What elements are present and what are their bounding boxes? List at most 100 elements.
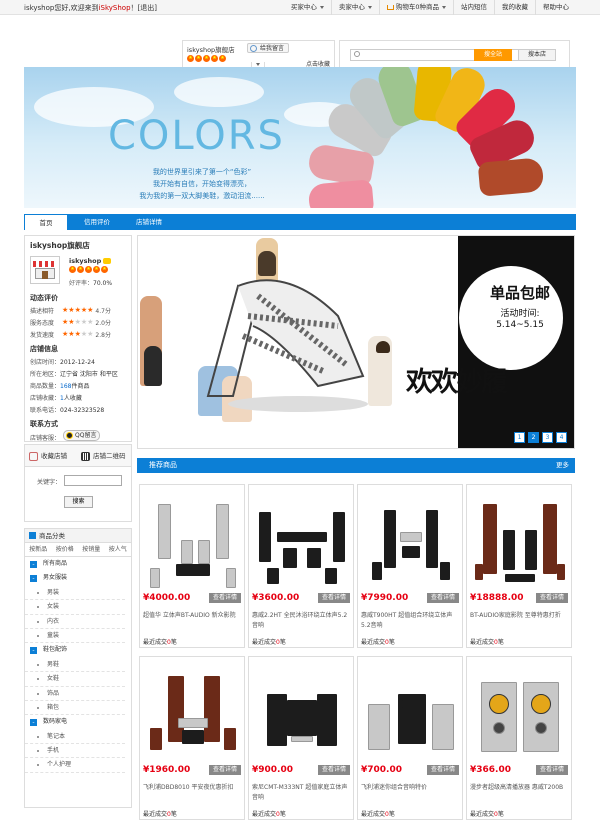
product-image[interactable] xyxy=(257,664,347,759)
qq-message-button[interactable]: QQ留言 xyxy=(63,430,101,441)
seller-center-link[interactable]: 卖家中心 xyxy=(330,0,379,15)
product-name-link[interactable]: 超值华 立体声BT-AUDIO 新众影院 xyxy=(143,611,243,621)
product-name-link[interactable]: 惠威2.2HT 全民沐浴环绕立体声5.2音响 xyxy=(252,611,352,631)
crown-icon: ★ xyxy=(195,55,202,62)
view-detail-button[interactable]: 查看详情 xyxy=(427,765,459,775)
category-item[interactable]: - 数码家电 xyxy=(25,715,131,729)
product-card[interactable]: ¥7990.00 查看详情 惠威T900HT 超值组合环绕立体声5.2音响 最近成交0… xyxy=(357,484,463,648)
slide-page-button[interactable]: 4 xyxy=(556,432,567,443)
shop-name[interactable]: iskyshop旗舰店 xyxy=(187,44,235,54)
shop-search-button[interactable]: 搜索 xyxy=(64,496,93,508)
product-card[interactable]: ¥900.00 查看详情索尼CMT-M333NT 超值家庭立体声音响最近成交0笔 xyxy=(248,656,354,820)
recent-sales: 最近成交0笔 xyxy=(143,639,177,646)
search-shop-button[interactable]: 搜本店 xyxy=(518,49,556,61)
product-card[interactable]: ¥700.00 查看详情 飞利浦迷你组合音响特价 最近成交0笔 xyxy=(357,656,463,820)
chevron-down-icon xyxy=(442,5,446,9)
bullet-icon xyxy=(37,764,39,767)
bullet-icon xyxy=(37,692,39,695)
sort-price[interactable]: 按价格 xyxy=(52,543,79,556)
category-list: - 所有商品 - 男女服装 男装 女装 内衣 童装 - 鞋包配饰 男鞋 女鞋 饰品 箱包 - 数码家电 笔记本手… xyxy=(25,557,131,773)
view-detail-button[interactable]: 查看详情 xyxy=(536,765,568,775)
view-detail-button[interactable]: 查看详情 xyxy=(209,765,241,775)
view-detail-button[interactable]: 查看详情 xyxy=(427,593,459,603)
qq-icon xyxy=(66,432,73,439)
product-card[interactable]: ¥4000.00 查看详情 超值华 立体声BT-AUDIO 新众影院 最近成交0笔 xyxy=(139,484,245,648)
product-name-link[interactable]: 漫步者超级高清播放器 惠威T200B xyxy=(470,783,570,793)
cart-link[interactable]: 购物车0种商品 xyxy=(378,0,453,15)
shop-card: iskyshop旗舰店 给我留言 ★ ★ ★ ★ ★ 点击收藏 xyxy=(182,40,335,68)
subcategory-item[interactable]: 童装 xyxy=(25,629,125,644)
subcategory-item[interactable]: 饰品 xyxy=(25,687,125,701)
product-name-link[interactable]: 飞利浦迷你组合音响特价 xyxy=(361,783,461,793)
subcategory-item[interactable]: 女鞋 xyxy=(25,672,125,687)
sort-popularity[interactable]: 按人气 xyxy=(105,543,132,556)
message-icon xyxy=(250,45,257,52)
product-image[interactable] xyxy=(366,664,456,759)
tab-shop-detail[interactable]: 店铺详情 xyxy=(126,214,172,230)
my-favorites-link[interactable]: 我的收藏 xyxy=(494,0,535,15)
seller-name[interactable]: iskyshop xyxy=(69,257,112,265)
sort-sales[interactable]: 按销量 xyxy=(78,543,105,556)
wangwang-icon[interactable] xyxy=(103,258,112,264)
view-detail-button[interactable]: 查看详情 xyxy=(536,593,568,603)
sort-new[interactable]: 按新品 xyxy=(25,543,52,556)
more-link[interactable]: 更多 xyxy=(556,458,569,473)
tab-credit[interactable]: 信用评价 xyxy=(74,214,120,230)
view-detail-button[interactable]: 查看详情 xyxy=(318,593,350,603)
slide-page-button[interactable]: 3 xyxy=(542,432,553,443)
category-item[interactable]: - 所有商品 xyxy=(25,557,131,571)
message-button[interactable]: 给我留言 xyxy=(247,43,290,53)
view-detail-button[interactable]: 查看详情 xyxy=(318,765,350,775)
tab-home[interactable]: 首页 xyxy=(24,214,68,230)
fav-shop-button[interactable]: 收藏店铺 xyxy=(27,450,67,463)
welcome-shop-link[interactable]: iSkyShop xyxy=(99,4,131,12)
product-image[interactable] xyxy=(148,664,238,759)
product-price: ¥900.00 xyxy=(252,765,293,775)
product-card[interactable]: ¥366.00 查看详情 漫步者超级高清播放器 惠威T200B 最近成交0笔 xyxy=(466,656,572,820)
subcategory-item[interactable]: 女装 xyxy=(25,600,125,615)
slide-page-button[interactable]: 2 xyxy=(528,432,539,443)
messages-link[interactable]: 站内短信 xyxy=(453,0,494,15)
product-card[interactable]: ¥1960.00 查看详情飞利浦DBD8010 平安夜优惠折扣 最近成交0笔 xyxy=(139,656,245,820)
crown-icon: ★ xyxy=(93,266,100,273)
recent-sales: 最近成交0笔 xyxy=(143,811,177,818)
shop-search-panel: 关键字： 搜索 xyxy=(24,467,132,522)
product-card[interactable]: ¥3600.00 查看详情 惠威2.2HT 全民沐浴环绕立体声5.2音响 最近成交0笔 xyxy=(248,484,354,648)
buyer-center-link[interactable]: 买家中心 xyxy=(284,0,331,15)
crown-icon: ★ xyxy=(219,55,226,62)
product-name-link[interactable]: 惠威T900HT 超值组合环绕立体声5.2音响 xyxy=(361,611,461,631)
subcategory-item[interactable]: 男鞋 xyxy=(25,658,125,673)
help-center-link[interactable]: 帮助中心 xyxy=(535,0,576,15)
keyword-input[interactable] xyxy=(64,475,122,486)
collapse-icon: - xyxy=(30,561,37,568)
slide-page-button[interactable]: 1 xyxy=(514,432,525,443)
subcategory-item[interactable]: 箱包 xyxy=(25,701,125,716)
subcategory-item[interactable]: 内衣 xyxy=(25,615,125,629)
category-item[interactable]: - 鞋包配饰 xyxy=(25,643,131,657)
product-image[interactable] xyxy=(257,492,347,587)
subcategory-item[interactable]: 笔记本 xyxy=(25,730,125,745)
product-name-link[interactable]: 索尼CMT-M333NT 超值家庭立体声音响 xyxy=(252,783,352,803)
subcategory-item[interactable]: 手机 xyxy=(25,744,125,759)
product-name-link[interactable]: BT-AUDIO家庭影院 至尊特惠打折 xyxy=(470,611,570,621)
subcategory-item[interactable]: 男装 xyxy=(25,586,125,601)
promo-slogan: 欢欢妙履 xyxy=(406,367,508,398)
logout-link[interactable]: ！[退出] xyxy=(131,4,157,12)
product-image[interactable] xyxy=(475,492,565,587)
product-image[interactable] xyxy=(148,492,238,588)
shop-banner[interactable]: COLORS 我的世界里引来了第一个“色彩” 我开始有自信，开始变得漂亮， 我为… xyxy=(24,67,576,208)
product-price: ¥1960.00 xyxy=(143,765,191,775)
search-all-button[interactable]: 搜全站 xyxy=(474,49,512,61)
qr-code-button[interactable]: 店铺二维码 xyxy=(79,450,126,463)
product-card[interactable]: ¥18888.00 查看详情 BT-AUDIO家庭影院 至尊特惠打折 最近成交0笔 xyxy=(466,484,572,648)
category-item[interactable]: - 男女服装 xyxy=(25,571,131,585)
subcategory-item[interactable]: 个人护理 xyxy=(25,758,125,773)
product-name-link[interactable]: 飞利浦DBD8010 平安夜优惠折扣 xyxy=(143,783,243,793)
view-detail-button[interactable]: 查看详情 xyxy=(209,593,241,603)
promo-slideshow[interactable]: 单品包邮 活动时间: 5.14~5.15 欢欢妙履 1234 xyxy=(137,235,575,449)
dsr-row: 描述相符 ★ ★ ★ ★ ★ 4.7分 xyxy=(30,306,111,316)
product-image[interactable] xyxy=(475,664,565,759)
product-image[interactable] xyxy=(366,492,456,587)
recent-sales: 最近成交0笔 xyxy=(252,811,286,818)
keyword-label: 关键字： xyxy=(37,479,62,486)
